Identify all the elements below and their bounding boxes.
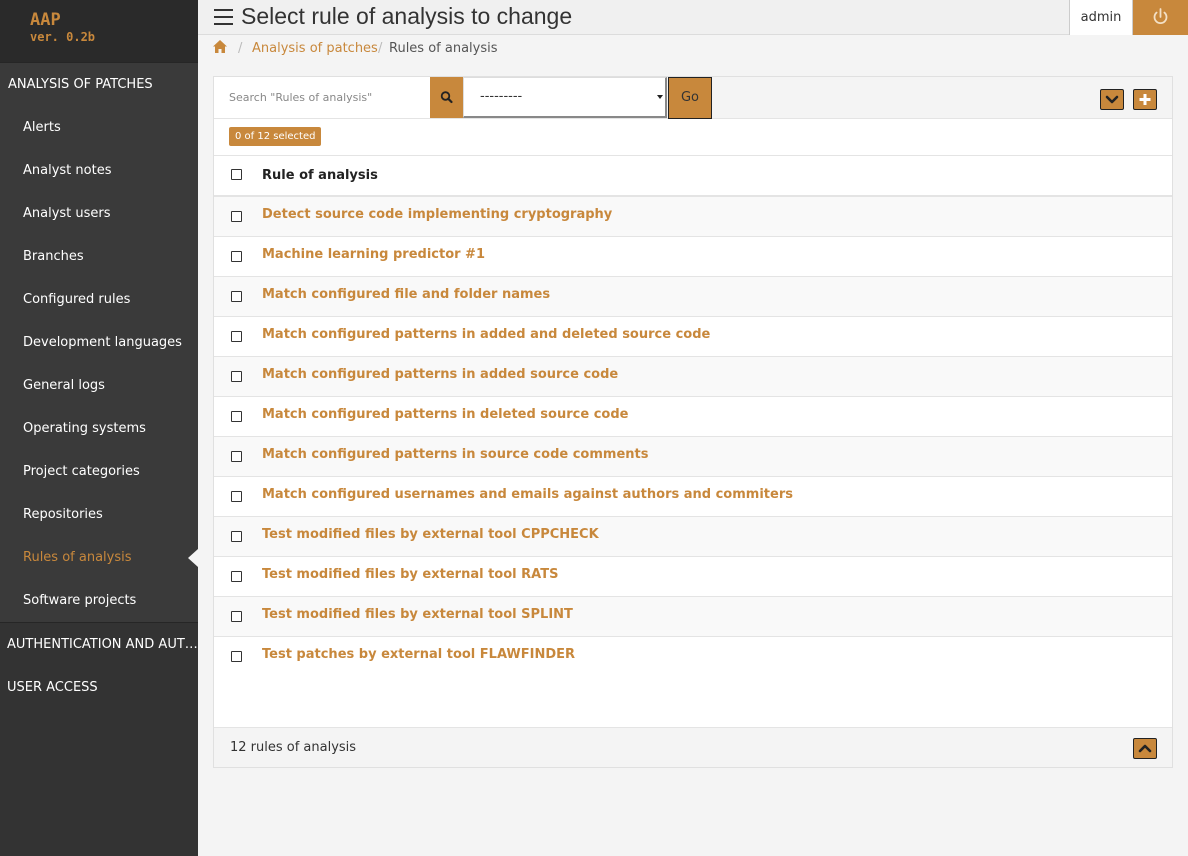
rule-link[interactable]: Test modified files by external tool SPL… [262, 607, 573, 622]
table-row: Test modified files by external tool SPL… [214, 597, 1172, 637]
row-checkbox[interactable] [231, 251, 242, 262]
rule-link[interactable]: Test patches by external tool FLAWFINDER [262, 647, 575, 662]
breadcrumb: / Analysis of patches / Rules of analysi… [198, 36, 1188, 63]
table-body: Detect source code implementing cryptogr… [214, 197, 1172, 677]
row-checkbox[interactable] [231, 291, 242, 302]
row-checkbox[interactable] [231, 331, 242, 342]
rule-link[interactable]: Match configured patterns in source code… [262, 447, 648, 462]
sidebar-item-repositories[interactable]: Repositories [0, 493, 198, 536]
rule-link[interactable]: Test modified files by external tool CPP… [262, 527, 599, 542]
table-row: Match configured patterns in source code… [214, 437, 1172, 477]
sidebar-item-analyst-users[interactable]: Analyst users [0, 192, 198, 235]
table-row: Match configured file and folder names [214, 277, 1172, 317]
rule-link[interactable]: Match configured file and folder names [262, 287, 550, 302]
sidebar-item-project-categories[interactable]: Project categories [0, 450, 198, 493]
action-select[interactable]: --------- [463, 77, 667, 118]
row-checkbox[interactable] [231, 531, 242, 542]
rule-link[interactable]: Match configured patterns in added and d… [262, 327, 710, 342]
table-row: Machine learning predictor #1 [214, 237, 1172, 277]
table-header: Rule of analysis [214, 156, 1172, 197]
hamburger-icon[interactable] [214, 9, 233, 25]
breadcrumb-analysis-of-patches[interactable]: Analysis of patches [252, 36, 378, 61]
plus-icon [1139, 94, 1151, 105]
select-all-checkbox[interactable] [231, 169, 242, 180]
sidebar-item-operating-systems[interactable]: Operating systems [0, 407, 198, 450]
row-checkbox[interactable] [231, 411, 242, 422]
power-icon [1153, 8, 1168, 24]
sidebar-item-configured-rules[interactable]: Configured rules [0, 278, 198, 321]
table-row: Match configured patterns in added sourc… [214, 357, 1172, 397]
sidebar-item-general-logs[interactable]: General logs [0, 364, 198, 407]
changelist-toolbar: --------- Go [214, 77, 1172, 119]
rule-link[interactable]: Machine learning predictor #1 [262, 247, 485, 262]
caret-down-icon [657, 95, 663, 99]
rule-link[interactable]: Match configured patterns in added sourc… [262, 367, 618, 382]
row-checkbox[interactable] [231, 571, 242, 582]
sidebar: AAP ver. 0.2b ANALYSIS OF PATCHES Alerts… [0, 0, 198, 856]
user-menu-button[interactable]: admin [1069, 0, 1133, 35]
changelist-footer: 12 rules of analysis [214, 727, 1172, 767]
sidebar-item-alerts[interactable]: Alerts [0, 106, 198, 149]
rule-link[interactable]: Test modified files by external tool RAT… [262, 567, 558, 582]
row-checkbox[interactable] [231, 491, 242, 502]
changelist-panel: --------- Go 0 of 12 selected Rule of an… [213, 76, 1173, 768]
add-rule-button[interactable] [1133, 89, 1157, 110]
go-button[interactable]: Go [668, 77, 712, 119]
row-checkbox[interactable] [231, 651, 242, 662]
sidebar-section-user-access[interactable]: USER ACCESS [0, 666, 198, 709]
search-input[interactable] [214, 77, 431, 118]
sidebar-item-development-languages[interactable]: Development languages [0, 321, 198, 364]
rule-link[interactable]: Match configured patterns in deleted sou… [262, 407, 628, 422]
chevron-up-icon [1138, 744, 1152, 753]
breadcrumb-separator: / [378, 41, 383, 56]
home-icon[interactable] [213, 40, 227, 53]
row-checkbox[interactable] [231, 211, 242, 222]
table-row: Test modified files by external tool CPP… [214, 517, 1172, 557]
rule-link[interactable]: Match configured usernames and emails ag… [262, 487, 793, 502]
brand-logo[interactable]: AAP ver. 0.2b [0, 0, 198, 62]
sidebar-item-branches[interactable]: Branches [0, 235, 198, 278]
table-row: Test patches by external tool FLAWFINDER [214, 637, 1172, 677]
row-checkbox[interactable] [231, 451, 242, 462]
result-count: 12 rules of analysis [230, 740, 357, 755]
page-title: Select rule of analysis to change [241, 3, 573, 29]
breadcrumb-current: Rules of analysis [389, 41, 498, 56]
sidebar-app-analysis: ANALYSIS OF PATCHES Alerts Analyst notes… [0, 62, 198, 623]
search-button[interactable] [430, 77, 463, 118]
collapse-filters-button[interactable] [1100, 89, 1124, 110]
selection-counter-badge: 0 of 12 selected [229, 127, 322, 146]
sidebar-item-software-projects[interactable]: Software projects [0, 579, 198, 622]
logout-button[interactable] [1133, 0, 1188, 35]
scroll-top-button[interactable] [1133, 738, 1157, 759]
brand-name: AAP [30, 10, 61, 30]
table-row: Detect source code implementing cryptogr… [214, 197, 1172, 237]
sidebar-section-analysis-of-patches[interactable]: ANALYSIS OF PATCHES [0, 63, 198, 106]
row-checkbox[interactable] [231, 611, 242, 622]
table-row: Match configured patterns in deleted sou… [214, 397, 1172, 437]
selection-counter-row: 0 of 12 selected [214, 119, 1172, 156]
chevron-down-icon [1105, 95, 1119, 104]
table-row: Match configured usernames and emails ag… [214, 477, 1172, 517]
table-row: Test modified files by external tool RAT… [214, 557, 1172, 597]
search-icon [440, 91, 453, 104]
row-checkbox[interactable] [231, 371, 242, 382]
brand-version: ver. 0.2b [30, 30, 96, 44]
action-select-value: --------- [480, 89, 523, 104]
rule-link[interactable]: Detect source code implementing cryptogr… [262, 207, 612, 222]
breadcrumb-separator: / [238, 41, 243, 56]
sidebar-section-authentication[interactable]: AUTHENTICATION AND AUTHORIZATION [0, 623, 198, 666]
top-header: Select rule of analysis to change admin [198, 0, 1188, 35]
column-header-rule-of-analysis[interactable]: Rule of analysis [262, 168, 378, 183]
sidebar-item-rules-of-analysis[interactable]: Rules of analysis [0, 536, 198, 579]
sidebar-item-analyst-notes[interactable]: Analyst notes [0, 149, 198, 192]
table-row: Match configured patterns in added and d… [214, 317, 1172, 357]
